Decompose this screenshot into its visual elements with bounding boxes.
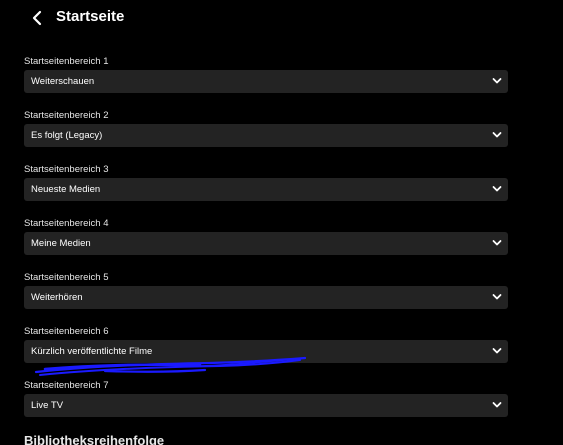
home-section-select[interactable]: Meine Medien [24,232,508,255]
home-section-select[interactable]: Weiterhören [24,286,508,309]
chevron-down-icon [492,401,502,409]
section-label: Startseitenbereich 1 [24,56,109,67]
back-button[interactable] [30,9,46,27]
chevron-down-icon [492,239,502,247]
home-section-select[interactable]: Live TV [24,394,508,417]
home-section-select[interactable]: Es folgt (Legacy) [24,124,508,147]
select-value: Live TV [31,400,64,411]
section-label: Startseitenbereich 2 [24,110,109,121]
select-value: Meine Medien [31,238,91,249]
section-label: Startseitenbereich 5 [24,272,109,283]
chevron-down-icon [492,347,502,355]
section-label: Startseitenbereich 7 [24,380,109,391]
chevron-left-icon [32,10,42,26]
library-order-heading: Bibliotheksreihenfolge [24,433,165,445]
home-section-select[interactable]: Neueste Medien [24,178,508,201]
chevron-down-icon [492,77,502,85]
page-title: Startseite [56,8,125,25]
chevron-down-icon [492,131,502,139]
section-label: Startseitenbereich 4 [24,218,109,229]
section-label: Startseitenbereich 3 [24,164,109,175]
select-value: Es folgt (Legacy) [31,130,103,141]
home-section-select[interactable]: Weiterschauen [24,70,508,93]
chevron-down-icon [492,185,502,193]
section-label: Startseitenbereich 6 [24,326,109,337]
select-value: Weiterschauen [31,76,95,87]
select-value: Neueste Medien [31,184,101,195]
select-value: Weiterhören [31,292,83,303]
chevron-down-icon [492,293,502,301]
home-section-select[interactable]: Kürzlich veröffentlichte Filme [24,340,508,363]
select-value: Kürzlich veröffentlichte Filme [31,346,153,357]
page-header: Startseite [0,0,563,36]
